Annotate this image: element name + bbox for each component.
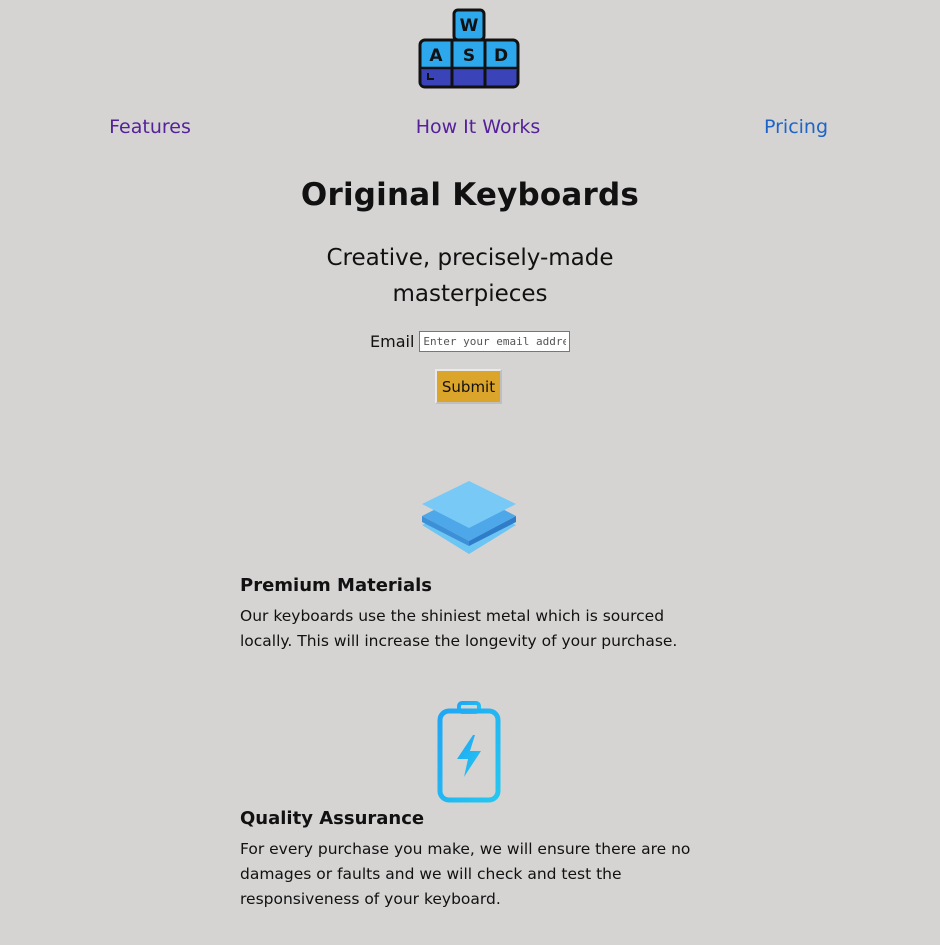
feature-description: For every purchase you make, we will ens… xyxy=(240,840,691,908)
submit-button[interactable]: Submit xyxy=(435,369,502,404)
hero-title: Original Keyboards xyxy=(300,177,640,213)
logo-key-d: D xyxy=(494,46,508,66)
email-input[interactable] xyxy=(419,330,571,352)
nav-link-features[interactable]: Features xyxy=(109,116,191,138)
email-row: Email xyxy=(370,330,571,352)
hero-subtitle: Creative, precisely-made masterpieces xyxy=(326,245,614,307)
feature-title: Quality Assurance xyxy=(240,808,425,829)
feature-description: Our keyboards use the shiniest metal whi… xyxy=(240,607,678,650)
email-label: Email xyxy=(370,331,415,351)
wasd-keyboard-logo-icon[interactable]: W A S D xyxy=(418,8,520,90)
nav-link-how-it-works[interactable]: How It Works xyxy=(416,116,541,138)
main-nav: Features How It Works Pricing xyxy=(0,116,940,146)
logo-key-a: A xyxy=(429,46,443,66)
battery-charging-icon xyxy=(437,701,501,803)
logo-key-w: W xyxy=(460,16,479,36)
nav-link-pricing[interactable]: Pricing xyxy=(764,116,828,138)
logo-key-s: S xyxy=(463,46,475,66)
feature-title: Premium Materials xyxy=(240,575,432,596)
layers-icon xyxy=(422,481,516,554)
